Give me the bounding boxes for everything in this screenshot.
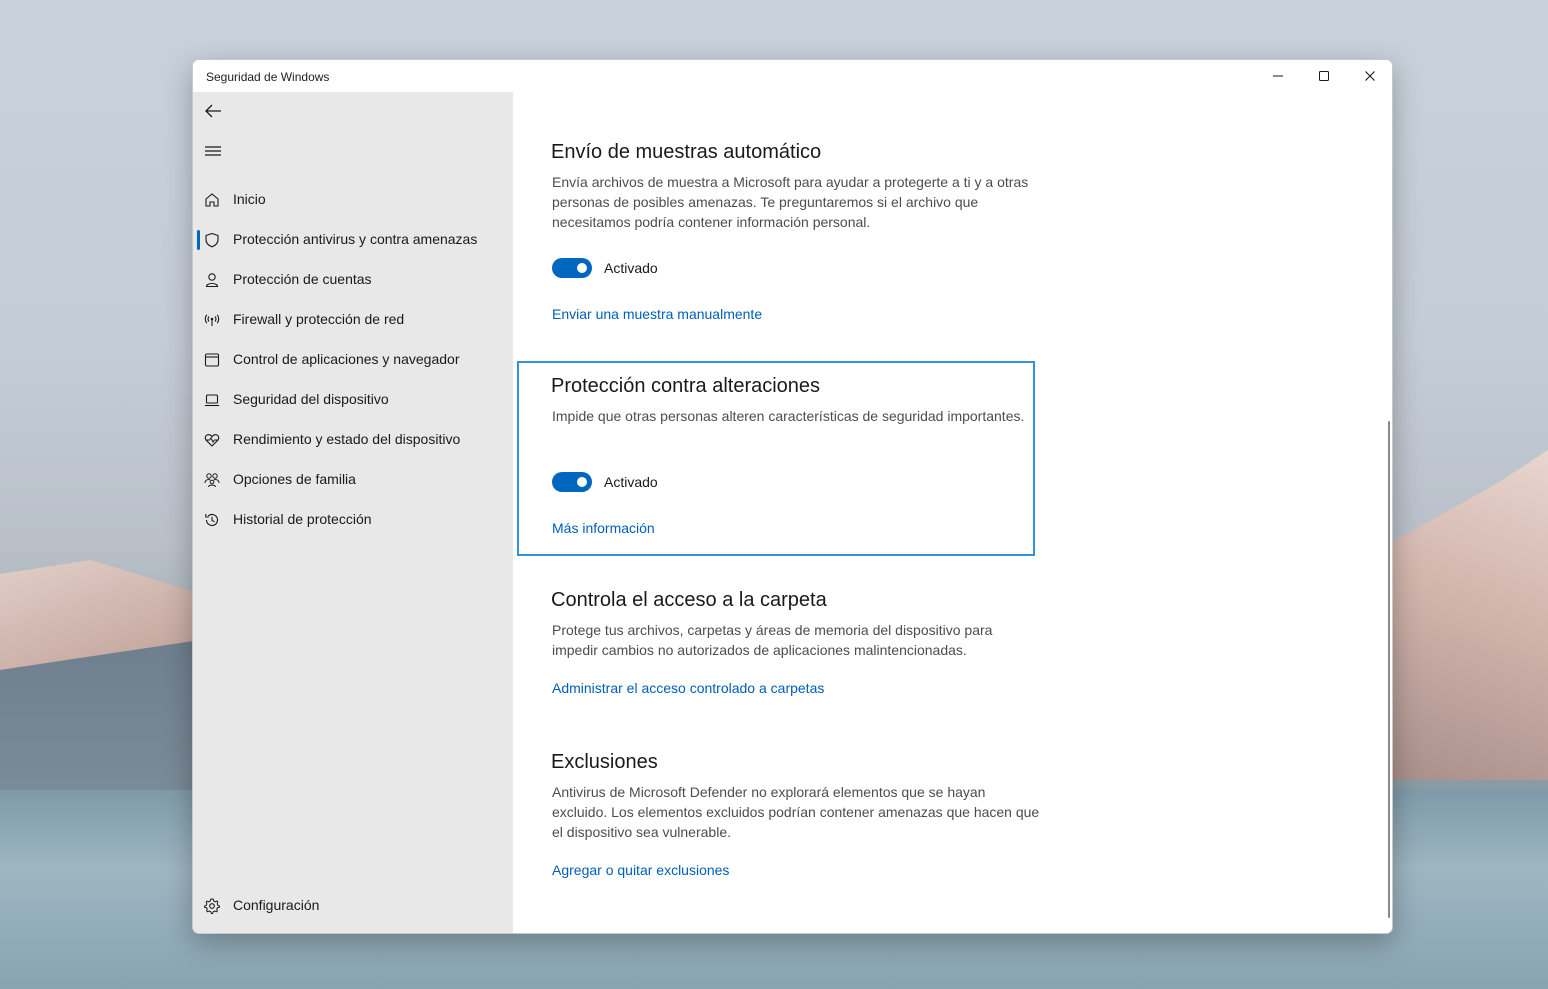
maximize-icon — [1319, 71, 1329, 81]
sidebar-item-firewall[interactable]: Firewall y protección de red — [193, 302, 513, 338]
laptop-icon — [204, 394, 220, 407]
minimize-button[interactable] — [1255, 60, 1301, 92]
home-icon — [205, 193, 219, 207]
sidebar-item-label: Historial de protección — [233, 511, 372, 527]
sidebar-item-rendimiento[interactable]: Rendimiento y estado del dispositivo — [193, 422, 513, 458]
section-description: Antivirus de Microsoft Defender no explo… — [552, 784, 1040, 840]
section-title: Exclusiones — [551, 751, 658, 773]
app-window: Seguridad de Windows Inicio Protección a… — [192, 59, 1393, 934]
section-proteccion-alteraciones: Protección contra alteraciones Impide qu… — [551, 375, 1051, 536]
toggle-label: Activado — [604, 260, 658, 276]
section-description: Impide que otras personas alteren caract… — [552, 408, 1025, 424]
section-title: Envío de muestras automático — [551, 141, 822, 163]
sidebar-item-aplicaciones[interactable]: Control de aplicaciones y navegador — [193, 342, 513, 378]
minimize-icon — [1273, 75, 1283, 77]
sidebar-item-label: Protección de cuentas — [233, 271, 372, 287]
section-exclusiones: Exclusiones Antivirus de Microsoft Defen… — [551, 751, 1051, 878]
exclusions-link[interactable]: Agregar o quitar exclusiones — [552, 862, 729, 878]
section-title: Protección contra alteraciones — [551, 375, 821, 397]
hamburger-icon — [205, 146, 221, 156]
toggle-label: Activado — [604, 474, 658, 490]
sidebar-item-label: Configuración — [233, 897, 320, 913]
wallpaper-dune-right — [1380, 450, 1548, 780]
shield-icon — [205, 232, 219, 248]
sidebar-item-historial[interactable]: Historial de protección — [193, 502, 513, 538]
hamburger-menu-button[interactable] — [199, 137, 227, 165]
gear-icon — [204, 898, 220, 914]
sidebar-item-label: Inicio — [233, 191, 266, 207]
back-button[interactable] — [199, 97, 227, 125]
sidebar-item-dispositivo[interactable]: Seguridad del dispositivo — [193, 382, 513, 418]
sidebar-item-label: Firewall y protección de red — [233, 311, 405, 327]
sidebar-item-label: Opciones de familia — [233, 471, 356, 487]
window-title: Seguridad de Windows — [206, 70, 330, 84]
sidebar-item-inicio[interactable]: Inicio — [193, 182, 513, 218]
history-icon — [205, 513, 219, 526]
close-icon — [1365, 71, 1375, 81]
toggle-row: Activado — [552, 472, 658, 492]
toggle-row: Activado — [552, 258, 658, 278]
sidebar-item-label: Rendimiento y estado del dispositivo — [233, 431, 461, 447]
app-window-icon — [204, 353, 220, 367]
heart-pulse-icon — [204, 434, 220, 447]
manage-folder-access-link[interactable]: Administrar el acceso controlado a carpe… — [552, 680, 824, 696]
main-content: Envío de muestras automático Envía archi… — [513, 92, 1392, 933]
title-bar: Seguridad de Windows — [193, 60, 1392, 92]
tamper-protection-toggle[interactable] — [552, 472, 592, 492]
sidebar-item-configuracion[interactable]: Configuración — [193, 888, 513, 924]
sample-submission-toggle[interactable] — [552, 258, 592, 278]
sidebar: Inicio Protección antivirus y contra ame… — [193, 92, 513, 933]
selection-indicator — [197, 230, 200, 250]
wifi-antenna-icon — [204, 314, 220, 326]
sidebar-item-antivirus[interactable]: Protección antivirus y contra amenazas — [193, 222, 513, 258]
submit-sample-link[interactable]: Enviar una muestra manualmente — [552, 306, 762, 322]
section-title: Controla el acceso a la carpeta — [551, 589, 827, 611]
close-button[interactable] — [1347, 60, 1392, 92]
section-acceso-carpeta: Controla el acceso a la carpeta Protege … — [551, 589, 1051, 696]
more-info-link[interactable]: Más información — [552, 520, 655, 536]
section-description: Protege tus archivos, carpetas y áreas d… — [552, 622, 993, 658]
sidebar-item-cuentas[interactable]: Protección de cuentas — [193, 262, 513, 298]
sidebar-item-familia[interactable]: Opciones de familia — [193, 462, 513, 498]
toggle-knob — [577, 477, 587, 487]
family-icon — [204, 473, 220, 488]
sidebar-item-label: Control de aplicaciones y navegador — [233, 351, 460, 367]
toggle-knob — [577, 263, 587, 273]
section-description: Envía archivos de muestra a Microsoft pa… — [552, 174, 1029, 230]
back-arrow-icon — [205, 104, 221, 118]
section-envio-muestras: Envío de muestras automático Envía archi… — [551, 141, 1051, 322]
maximize-button[interactable] — [1301, 60, 1347, 92]
sidebar-item-label: Seguridad del dispositivo — [233, 391, 389, 407]
sidebar-item-label: Protección antivirus y contra amenazas — [233, 231, 478, 247]
vertical-scrollbar[interactable] — [1388, 421, 1390, 918]
person-icon — [205, 273, 219, 288]
